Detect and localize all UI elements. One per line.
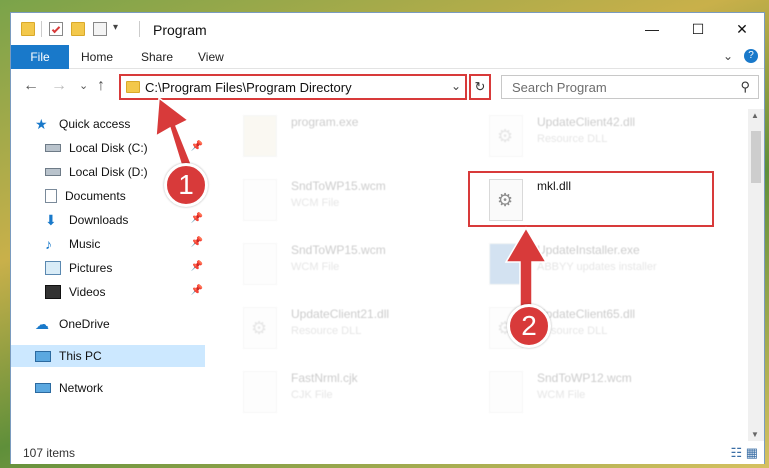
step-1-badge: 1 — [164, 163, 208, 207]
step-2-badge: 2 — [507, 304, 551, 348]
arrow-annotation-2 — [504, 226, 548, 309]
